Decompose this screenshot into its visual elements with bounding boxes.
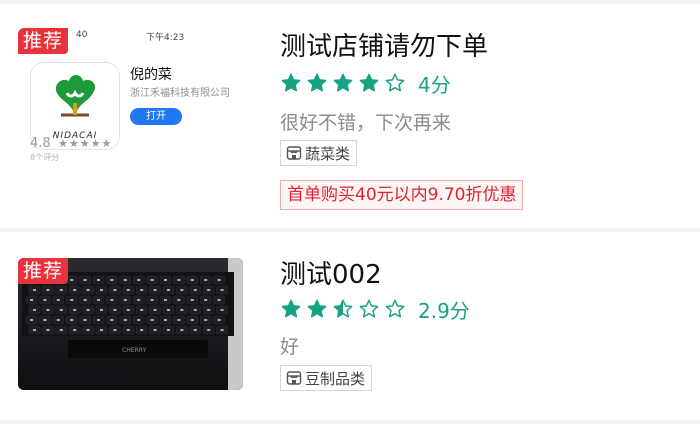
- app-company: 浙江禾福科技有限公司: [130, 88, 230, 99]
- latest-review: 好: [280, 336, 300, 358]
- category-label: 蔬菜类: [305, 144, 351, 163]
- app-name: 倪的菜: [130, 67, 172, 83]
- shop-list-page: 推荐 40 下午4:23 NIDACAI 倪的菜 浙江禾福科技有限公司 打开 4…: [0, 0, 700, 424]
- vegetable-logo-icon: [55, 75, 96, 117]
- status-bar-signal: 40: [76, 30, 88, 40]
- app-rating-stars: ★★★★★: [58, 137, 113, 150]
- shop-card[interactable]: 推荐 40 下午4:23 NIDACAI 倪的菜 浙江禾福科技有限公司 打开 4…: [0, 4, 700, 228]
- category-tag[interactable]: 豆制品类: [280, 365, 373, 391]
- shop-thumbnail[interactable]: 推荐 CHERRY: [18, 258, 243, 390]
- shop-name[interactable]: 测试店铺请勿下单: [280, 26, 488, 63]
- star-empty-icon: [385, 73, 405, 92]
- shop-thumbnail[interactable]: 推荐 40 下午4:23 NIDACAI 倪的菜 浙江禾福科技有限公司 打开 4…: [18, 28, 243, 178]
- recommend-badge: 推荐: [18, 28, 69, 54]
- keyboard-brand: CHERRY: [122, 347, 146, 354]
- open-app-button[interactable]: 打开: [130, 108, 182, 125]
- star-full-icon: [333, 73, 353, 92]
- rating-score: 2.9分: [418, 298, 470, 323]
- star-full-icon: [281, 299, 301, 318]
- shop-icon: [286, 146, 302, 160]
- shop-name[interactable]: 测试002: [280, 254, 382, 291]
- category-label: 豆制品类: [305, 369, 366, 388]
- category-tag[interactable]: 蔬菜类: [280, 140, 358, 166]
- star-half-icon: [333, 299, 353, 318]
- rating-stars: [280, 72, 410, 94]
- star-full-icon: [307, 299, 327, 318]
- shop-rating: 4分: [280, 70, 451, 97]
- rating-score: 4分: [418, 72, 451, 97]
- latest-review: 很好不错，下次再来: [280, 112, 452, 134]
- star-empty-icon: [385, 299, 405, 318]
- star-full-icon: [307, 73, 327, 92]
- recommend-badge: 推荐: [18, 258, 69, 284]
- shop-icon: [286, 371, 302, 385]
- star-full-icon: [281, 73, 301, 92]
- app-rating-count: 8个评分: [30, 153, 60, 162]
- promotion-tag: 首单购买40元以内9.70折优惠: [280, 180, 524, 210]
- status-bar-time: 下午4:23: [146, 33, 185, 43]
- shop-card[interactable]: 推荐 CHERRY 测试002 2.9分 好 豆制品类: [0, 232, 700, 420]
- app-rating-value: 4.8: [30, 136, 51, 151]
- star-empty-icon: [359, 299, 379, 318]
- rating-stars: [280, 298, 410, 320]
- shop-rating: 2.9分: [280, 296, 470, 323]
- star-full-icon: [359, 73, 379, 92]
